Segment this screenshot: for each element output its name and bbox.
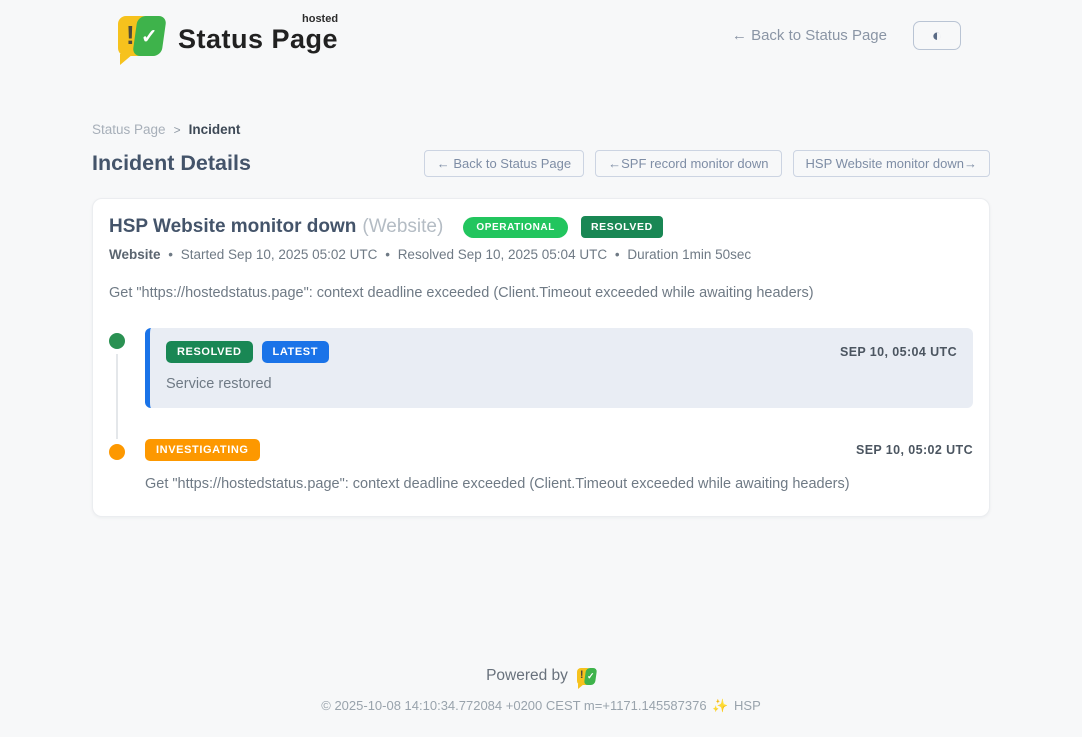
breadcrumb-status-page[interactable]: Status Page (92, 122, 166, 137)
copyright-brand: HSP (734, 698, 761, 713)
timeline-message: Get "https://hostedstatus.page": context… (145, 476, 973, 492)
meta-started: Started Sep 10, 2025 05:02 UTC (181, 247, 378, 262)
back-to-status-page-link[interactable]: ← Back to Status Page (732, 27, 887, 44)
check-icon: ✓ (141, 24, 158, 49)
timeline-badge-latest: LATEST (262, 341, 330, 363)
breadcrumb-separator: > (174, 123, 181, 137)
meta-separator: • (385, 247, 390, 262)
footer: Powered by ✓ ! © 2025-10-08 14:10:34.772… (0, 667, 1082, 714)
check-icon: ✓ (586, 671, 594, 682)
main-content: Status Page > Incident Incident Details … (92, 122, 990, 517)
timeline-dot-investigating (109, 444, 125, 460)
incident-title: HSP Website monitor down (109, 216, 356, 238)
incident-meta: Website • Started Sep 10, 2025 05:02 UTC… (109, 247, 973, 262)
copyright-text: © 2025-10-08 14:10:34.772084 +0200 CEST … (321, 698, 706, 713)
incident-timeline: RESOLVED LATEST SEP 10, 05:04 UTC Servic… (109, 328, 973, 492)
page-title: Incident Details (92, 151, 251, 176)
half-circle-icon: ◐ (932, 27, 942, 44)
timeline-entry: RESOLVED LATEST SEP 10, 05:04 UTC Servic… (109, 328, 973, 439)
timeline-dot-resolved (109, 333, 125, 349)
status-page-mini-logo-icon: ✓ ! (577, 668, 596, 685)
powered-by-label: Powered by (486, 667, 568, 685)
exclamation-icon: ! (126, 20, 135, 51)
prev-incident-button[interactable]: ←SPF record monitor down (595, 150, 781, 177)
breadcrumb: Status Page > Incident (92, 122, 990, 137)
timeline-update-box: RESOLVED LATEST SEP 10, 05:04 UTC Servic… (145, 328, 973, 408)
resolved-badge: RESOLVED (581, 216, 663, 238)
copyright-line: © 2025-10-08 14:10:34.772084 +0200 CEST … (0, 698, 1082, 714)
next-incident-button[interactable]: HSP Website monitor down→ (793, 150, 990, 177)
status-page-logo-icon: ✓ ! (118, 16, 164, 56)
operational-badge: OPERATIONAL (463, 217, 568, 238)
header: ✓ ! hosted Status Page ← Back to Status … (0, 0, 1082, 56)
meta-duration: Duration 1min 50sec (627, 247, 751, 262)
incident-nav-buttons: ← Back to Status Page ←SPF record monito… (424, 150, 990, 177)
timeline-timestamp: SEP 10, 05:02 UTC (856, 443, 973, 457)
timeline-entry: INVESTIGATING SEP 10, 05:02 UTC Get "htt… (109, 439, 973, 492)
meta-separator: • (615, 247, 620, 262)
breadcrumb-incident: Incident (189, 122, 241, 137)
timeline-timestamp: SEP 10, 05:04 UTC (840, 345, 957, 359)
timeline-badge-resolved: RESOLVED (166, 341, 253, 363)
timeline-connector-line (116, 354, 118, 439)
app-logo[interactable]: ✓ ! hosted Status Page (118, 14, 338, 56)
incident-card: HSP Website monitor down (Website) OPERA… (92, 198, 990, 517)
meta-separator: • (168, 247, 173, 262)
incident-description: Get "https://hostedstatus.page": context… (109, 285, 973, 301)
sparkles-icon: ✨ (712, 698, 728, 713)
timeline-badge-investigating: INVESTIGATING (145, 439, 260, 461)
theme-toggle-button[interactable]: ◐ (913, 21, 961, 50)
back-to-status-page-button[interactable]: ← Back to Status Page (424, 150, 584, 177)
exclamation-icon: ! (580, 669, 584, 681)
meta-resolved: Resolved Sep 10, 2025 05:04 UTC (398, 247, 607, 262)
powered-by-link[interactable]: Powered by ✓ ! (486, 667, 596, 685)
meta-component: Website (109, 247, 161, 262)
logo-title: Status Page (178, 23, 338, 55)
timeline-message: Service restored (166, 376, 957, 392)
incident-component: (Website) (362, 216, 443, 238)
